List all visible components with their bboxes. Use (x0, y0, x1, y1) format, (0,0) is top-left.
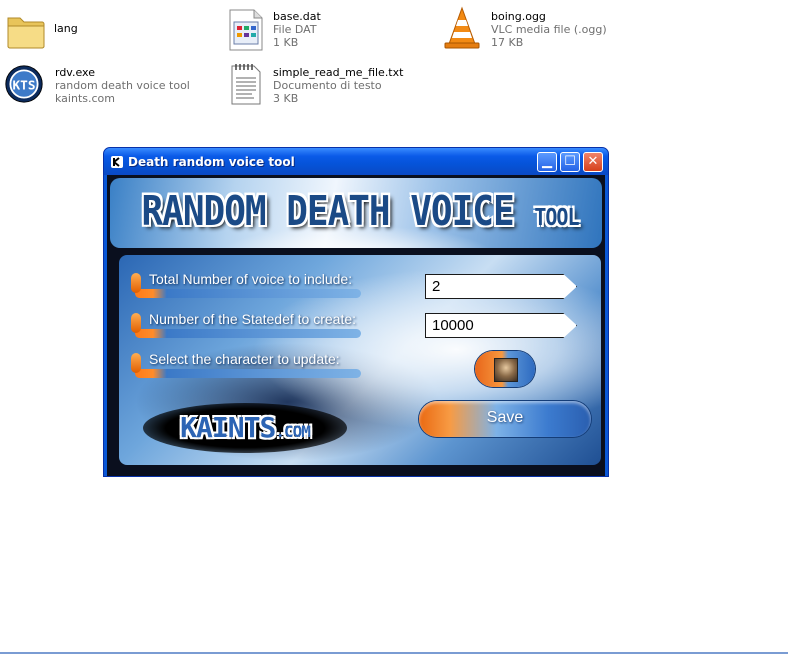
character-label-row: Select the character to update: (129, 349, 369, 379)
voices-label-row: Total Number of voice to include: (129, 269, 369, 299)
file-item-rdv-exe[interactable]: KTS rdv.exe random death voice tool kain… (4, 62, 204, 110)
file-type: Documento di testo (273, 79, 382, 92)
label-underline-bar (135, 369, 361, 378)
svg-text:KTS: KTS (13, 77, 36, 92)
label-underline-bar (135, 289, 361, 298)
folder-icon (7, 17, 45, 49)
kaints-logo-text: KAINTS.COM (143, 411, 347, 444)
voices-count-input[interactable]: 2 (425, 274, 577, 299)
file-size: 3 KB (273, 92, 299, 105)
file-name: simple_read_me_file.txt (273, 66, 404, 79)
kaints-logo: KAINTS.COM (143, 403, 347, 453)
file-type: File DAT (273, 23, 317, 36)
voices-label: Total Number of voice to include: (149, 271, 353, 287)
logo-main-text: KAINTS (180, 411, 276, 444)
label-underline-bar (135, 329, 361, 338)
logo-small-text: .COM (275, 422, 311, 441)
file-company: kaints.com (55, 92, 115, 105)
dialog-window: Death random voice tool ▁ ☐ ✕ RANDOM DEA… (103, 147, 609, 477)
file-item-boing-ogg[interactable]: boing.ogg VLC media file (.ogg) 17 KB (442, 6, 642, 54)
statedef-label-row: Number of the Statedef to create: (129, 309, 369, 339)
app-icon (111, 156, 123, 168)
dat-file-icon (229, 9, 263, 51)
maximize-icon: ☐ (564, 154, 576, 169)
bottom-border-line (0, 652, 788, 654)
file-size: 17 KB (491, 36, 524, 49)
maximize-button[interactable]: ☐ (560, 152, 580, 172)
banner-small-text: TOOL (534, 202, 579, 231)
file-size: 1 KB (273, 36, 299, 49)
close-icon: ✕ (587, 154, 599, 169)
minimize-button[interactable]: ▁ (537, 152, 557, 172)
banner-logo-text: RANDOM DEATH VOICE TOOL (130, 188, 590, 235)
banner-main-text: RANDOM DEATH VOICE (141, 188, 515, 236)
character-portrait-icon (494, 358, 518, 382)
text-document-icon (231, 64, 261, 105)
label-knob (131, 353, 141, 373)
file-name: boing.ogg (491, 10, 546, 23)
vlc-cone-icon (444, 6, 480, 49)
statedef-number-input[interactable]: 10000 (425, 313, 577, 338)
window-title: Death random voice tool (128, 155, 295, 169)
statedef-label: Number of the Statedef to create: (149, 311, 357, 327)
file-item-readme-txt[interactable]: simple_read_me_file.txt Documento di tes… (226, 62, 446, 110)
file-item-base-dat[interactable]: base.dat File DAT 1 KB (226, 8, 426, 56)
title-banner: RANDOM DEATH VOICE TOOL (110, 178, 602, 248)
file-type: random death voice tool (55, 79, 190, 92)
kaints-app-icon: KTS (5, 65, 43, 103)
file-type: VLC media file (.ogg) (491, 23, 607, 36)
file-item-lang[interactable]: lang (6, 8, 206, 56)
close-button[interactable]: ✕ (583, 152, 603, 172)
settings-panel: Total Number of voice to include: Number… (119, 255, 601, 465)
label-knob (131, 273, 141, 293)
title-bar[interactable]: Death random voice tool ▁ ☐ ✕ (104, 148, 608, 175)
select-character-button[interactable] (475, 351, 535, 387)
save-button[interactable]: Save (419, 401, 591, 437)
dialog-client-area: RANDOM DEATH VOICE TOOL Total Number of … (107, 175, 605, 476)
label-knob (131, 313, 141, 333)
file-name: rdv.exe (55, 66, 95, 79)
file-name: base.dat (273, 10, 321, 23)
character-label: Select the character to update: (149, 351, 340, 367)
file-name: lang (54, 22, 78, 35)
minimize-icon: ▁ (542, 154, 552, 169)
